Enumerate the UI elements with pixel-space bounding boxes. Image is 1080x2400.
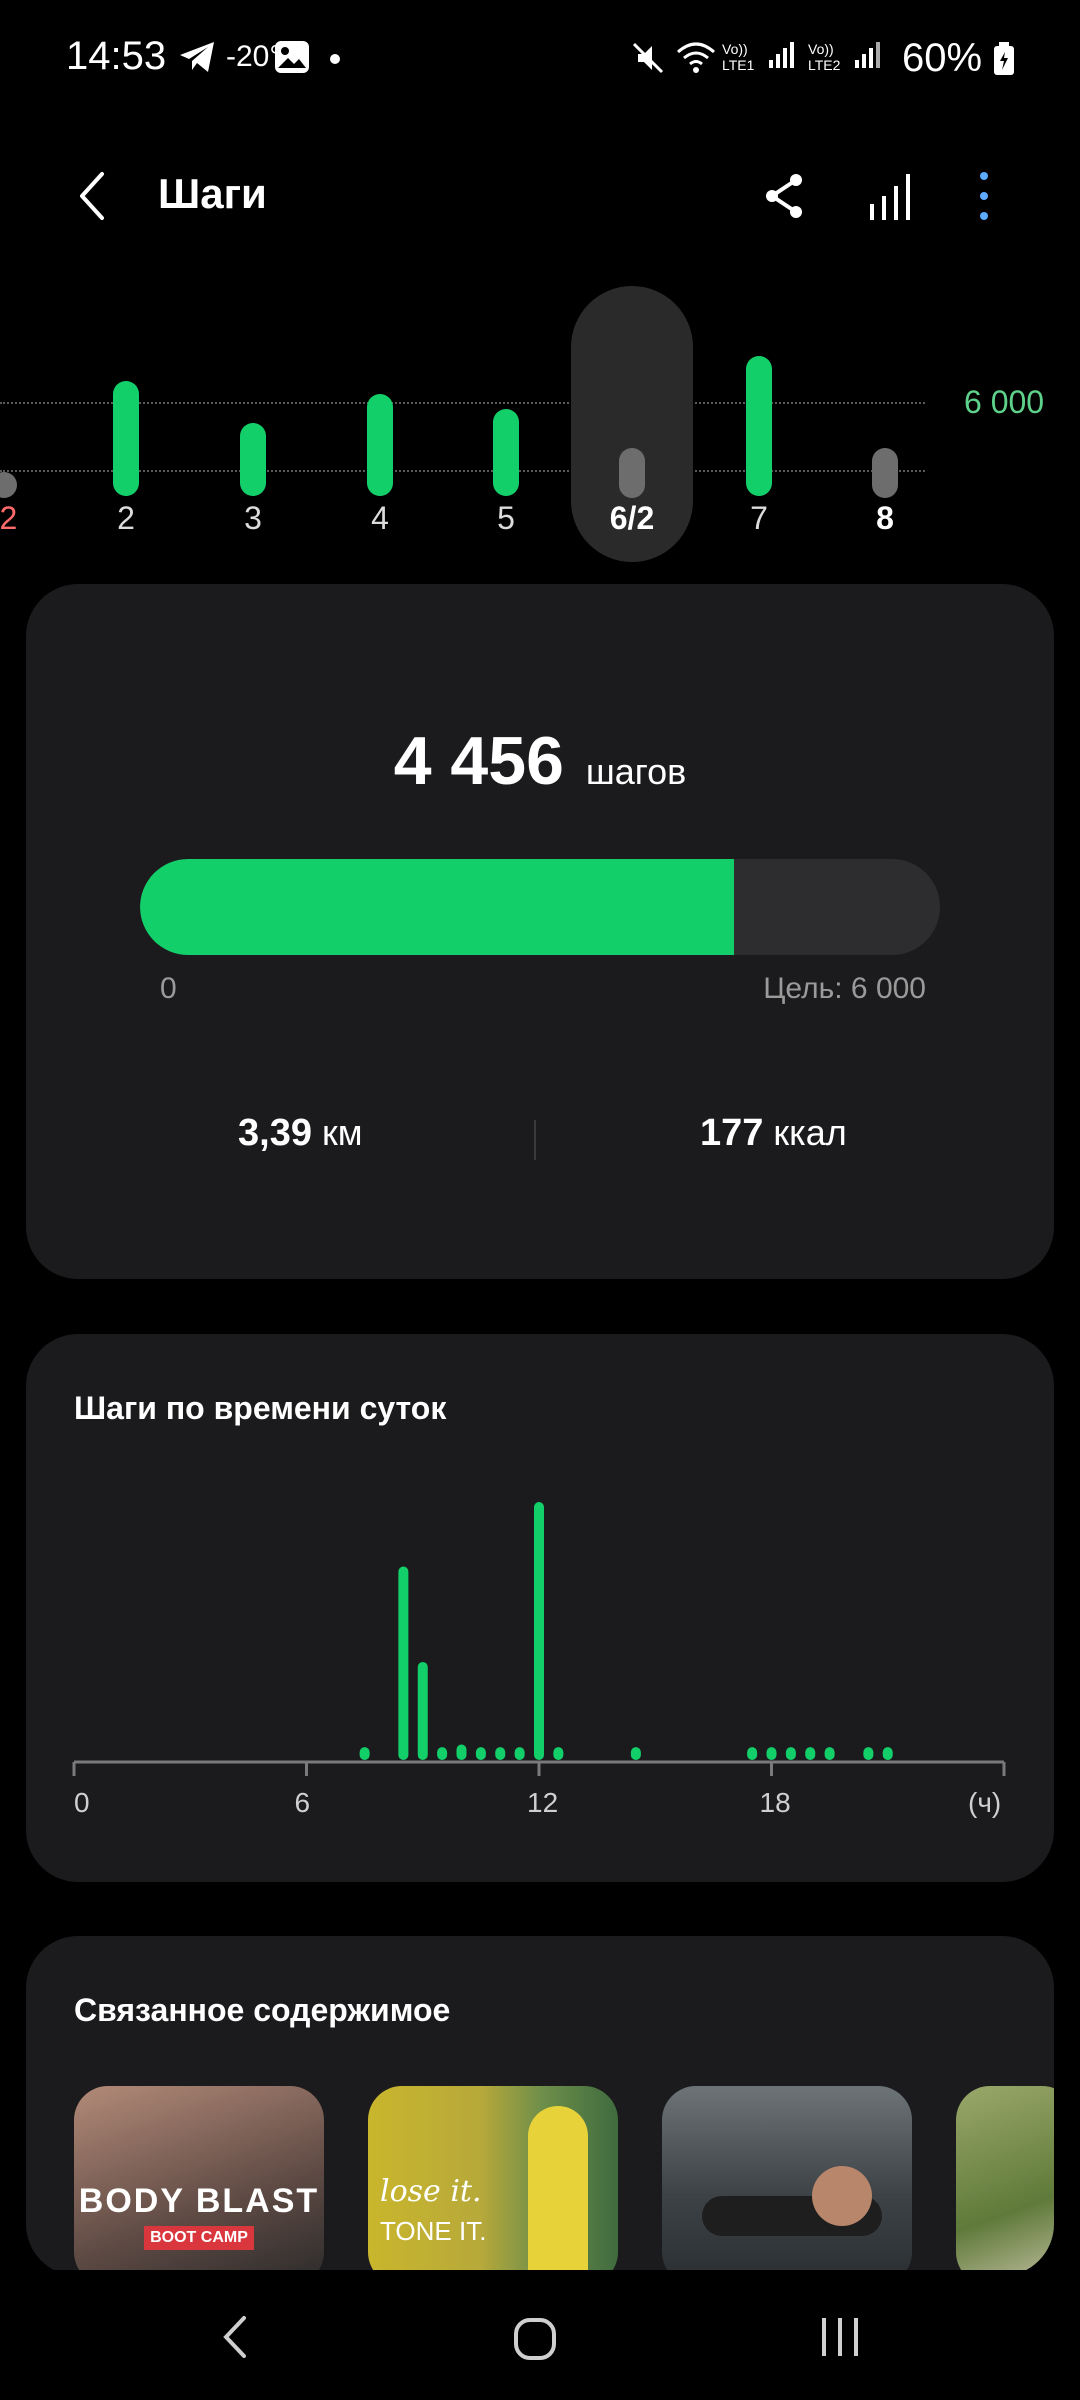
progress-fill [140,859,735,955]
wifi-icon [677,42,715,73]
time-bar [417,1661,428,1760]
progress-goal-label: Цель: 6 000 [763,972,926,1005]
time-bar [805,1747,816,1760]
x-tick-label: 6 [295,1787,311,1818]
calories-value: 177 [700,1112,764,1154]
telegram-icon [180,42,214,72]
week-day-label[interactable]: 5 [466,500,546,537]
chart-bars-icon[interactable] [862,166,922,226]
time-bar [747,1747,758,1760]
progress-min-label: 0 [160,972,177,1005]
x-tick-label: 18 [760,1787,791,1818]
week-day-bar[interactable] [746,356,772,496]
week-day-bar[interactable] [367,393,393,496]
page-title: Шаги [158,170,267,217]
time-bar [514,1747,525,1760]
time-bar [495,1747,506,1760]
nav-recents-icon[interactable] [818,2316,862,2360]
steps-summary-card: 4 456 шагов 0 Цель: 6 000 3,39 км 177 кка… [26,584,1054,1279]
steps-count: 4 456 шагов [26,722,1054,800]
time-bar [882,1747,893,1760]
steps-unit: шагов [585,751,687,792]
week-day-bar[interactable] [0,472,17,498]
thumb-title: BODY BLAST [78,2182,320,2220]
week-day-label[interactable]: 8 [845,500,925,537]
notification-dot [330,54,340,64]
week-day-bar[interactable] [493,409,519,496]
thumb-subtitle: BOOT CAMP [144,2226,254,2250]
card-title: Связанное содержимое [74,1992,451,2028]
system-nav-bar [0,2270,1080,2400]
time-bar [766,1747,777,1760]
thumb-title: lose it. [380,2174,482,2209]
week-day-label[interactable]: 3 [213,500,293,537]
steps-value: 4 456 [393,723,564,799]
week-bar-selector[interactable]: 6 000 /2 2 3 4 5 6/2 7 8 [0,280,1080,570]
thumb-figure [528,2106,588,2276]
distance-unit: км [321,1112,363,1153]
week-day-label[interactable]: 4 [340,500,420,537]
sim1-signal: Vo)) LTE1 [722,40,797,73]
time-of-day-chart: 0 6 12 18 (ч) [72,1502,1006,1818]
status-time: 14:53 [66,34,167,78]
related-item-outdoor[interactable] [956,2086,1054,2276]
time-bar [785,1747,796,1760]
time-bar [475,1747,486,1760]
distance-stat: 3,39 км [238,1112,362,1155]
signal-bars-icon [769,42,795,68]
x-tick-label: 0 [74,1787,90,1818]
week-day-label[interactable]: 7 [719,500,799,537]
back-arrow-icon[interactable] [68,166,118,226]
nav-back-icon[interactable] [216,2312,256,2362]
signal-bars-icon [855,42,881,68]
thumb-figure [812,2166,872,2226]
time-bar [398,1566,409,1760]
week-day-bar[interactable] [872,448,898,498]
time-bar [456,1744,467,1760]
related-content-card: Связанное содержимое BODY BLAST BOOT CAM… [26,1936,1054,2276]
thumb-subtitle: TONE IT. [380,2216,487,2246]
mute-icon [632,42,664,74]
week-day-label[interactable]: 2 [86,500,166,537]
share-icon[interactable] [754,166,814,226]
time-bar [553,1747,564,1760]
battery-icon [994,42,1014,75]
related-item-body-blast[interactable]: BODY BLAST BOOT CAMP [74,2086,324,2276]
nav-home-icon[interactable] [512,2314,562,2364]
x-axis-unit: (ч) [968,1787,1001,1818]
week-day-label[interactable]: /2 [0,500,44,537]
goal-label: 6 000 [964,384,1045,420]
time-bar [437,1747,448,1760]
related-item-workout[interactable] [662,2086,912,2276]
more-options-icon[interactable] [954,166,1014,226]
gallery-icon [275,41,309,73]
calories-stat: 177 ккал [700,1112,847,1155]
time-bar [824,1747,835,1760]
distance-value: 3,39 [238,1112,312,1154]
week-day-bar[interactable] [619,448,645,498]
goal-progress-bar [140,859,940,955]
stat-divider [534,1120,536,1160]
time-bar [534,1502,544,1760]
week-day-bar[interactable] [113,381,139,496]
time-bar [863,1747,874,1760]
time-bar [630,1747,641,1760]
steps-by-time-card[interactable]: Шаги по времени суток 0 6 12 18 (ч) [26,1334,1054,1882]
app-header: Шаги [0,140,1080,250]
sim2-signal: Vo)) LTE2 [808,40,883,73]
battery-percent: 60% [902,36,983,80]
x-tick-label: 12 [527,1787,558,1818]
related-item-lose-it[interactable]: lose it. TONE IT. [368,2086,618,2276]
calories-unit: ккал [773,1112,847,1153]
time-bar [359,1747,370,1760]
week-day-label[interactable]: 6/2 [592,500,672,537]
sim2-label: Vo)) LTE2 [808,41,841,73]
week-day-bar[interactable] [240,423,266,496]
sim1-label: Vo)) LTE1 [722,41,755,73]
status-bar: 14:53 -20° Vo)) LTE1 Vo)) LTE2 60% [0,0,1080,120]
